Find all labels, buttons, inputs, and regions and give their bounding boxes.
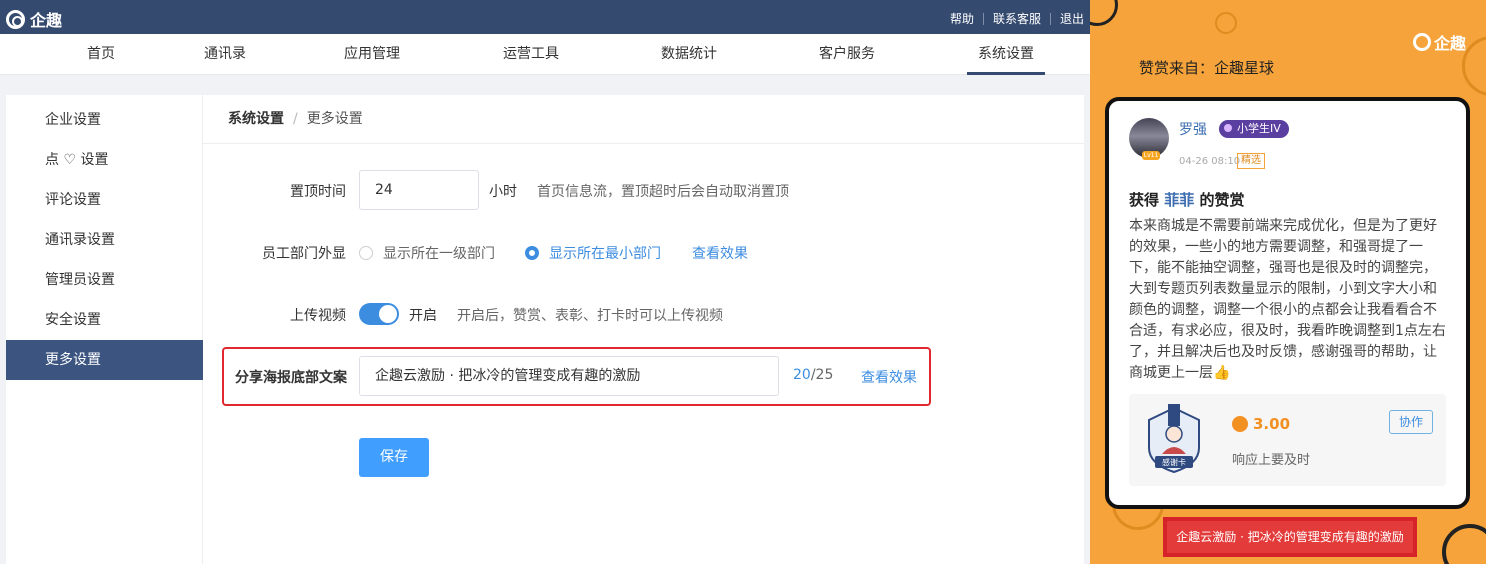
top-bar: 企趣 帮助 联系客服 退出 [0,0,1090,34]
sidebar-item-admins[interactable]: 管理员设置 [6,260,203,300]
breadcrumb-separator: / [293,111,298,127]
coin-icon [1232,416,1248,432]
poster-footer-text: 企趣云激励 · 把冰冷的管理变成有趣的激励 [1163,517,1417,557]
poster-logo-icon [1412,33,1431,51]
gift-value: 3.00 [1253,415,1291,433]
main-nav: 首页 通讯录 应用管理 运营工具 数据统计 客户服务 系统设置 [0,34,1090,75]
praise-card: Lv11 罗强 小学生IV 04-26 08:10 精选 获得 菲菲 的赞赏 本… [1105,97,1470,509]
save-button[interactable]: 保存 [359,438,429,477]
nav-contacts[interactable]: 通讯录 [204,34,246,75]
upload-video-label: 上传视频 [290,308,346,324]
option-top-level-dept[interactable]: 显示所在一级部门 [383,243,495,263]
settings-panel: 企业设置 点 ♡ 设置 评论设置 通讯录设置 管理员设置 安全设置 更多设置 系… [6,95,1084,564]
brand[interactable]: 企趣 [6,7,62,31]
help-link[interactable]: 帮助 [950,10,974,27]
decor-circle [1215,12,1237,34]
upload-video-state: 开启 [409,308,437,324]
collab-button[interactable]: 协作 [1389,410,1433,434]
option-lowest-dept[interactable]: 显示所在最小部门 [549,243,661,263]
decor-circle [1442,524,1486,564]
upload-video-hint: 开启后，赞赏、表彰、打卡时可以上传视频 [457,308,723,324]
level-badge: Lv11 [1142,151,1160,160]
char-count: 20 [793,367,811,383]
pin-time-unit: 小时 [489,184,517,200]
nav-home[interactable]: 首页 [87,34,115,75]
share-poster-preview: 企趣 赞赏来自：企趣星球 Lv11 罗强 小学生IV 04-26 08:10 精… [1090,0,1486,564]
pin-time-label: 置顶时间 [290,184,346,200]
post-date: 04-26 08:10 [1179,156,1241,167]
sidebar-item-contacts[interactable]: 通讯录设置 [6,220,203,260]
divider [982,12,984,25]
admin-app: 企趣 帮助 联系客服 退出 首页 通讯录 应用管理 运营工具 数据统计 客户服务… [0,0,1090,564]
sidebar-item-like[interactable]: 点 ♡ 设置 [6,140,203,180]
praise-body: 本来商城是不需要前端来完成优化，但是为了更好的效果，一些小的地方需要调整，和强哥… [1129,218,1446,381]
gift-box: 感谢卡 3.00 响应上要及时 协作 [1129,394,1446,486]
settings-sidebar: 企业设置 点 ♡ 设置 评论设置 通讯录设置 管理员设置 安全设置 更多设置 [6,95,203,564]
pin-time-input[interactable]: 24 [359,170,479,210]
breadcrumb-current: 更多设置 [306,111,363,127]
thank-you-card-icon: 感谢卡 [1148,404,1200,474]
nav-app-management[interactable]: 应用管理 [344,34,400,75]
sidebar-item-comments[interactable]: 评论设置 [6,180,203,220]
upload-video-toggle[interactable] [359,303,399,325]
headline-suffix: 的赞赏 [1194,191,1245,209]
pin-time-hint: 首页信息流，置顶超时后会自动取消置顶 [537,184,789,200]
poster-logo-text: 企趣 [1433,34,1466,53]
dept-display-label: 员工部门外显 [262,246,346,262]
share-footer-label: 分享海报底部文案 [235,370,347,386]
nav-statistics[interactable]: 数据统计 [661,34,717,75]
logout-link[interactable]: 退出 [1060,10,1084,27]
sidebar-item-more[interactable]: 更多设置 [6,340,203,380]
praise-headline: 获得 菲菲 的赞赏 [1129,189,1244,210]
share-footer-preview-link[interactable]: 查看效果 [861,367,917,387]
divider [1049,12,1051,25]
gift-desc: 响应上要及时 [1232,453,1311,468]
top-links: 帮助 联系客服 退出 [950,10,1084,27]
contact-support-link[interactable]: 联系客服 [993,10,1041,27]
sidebar-item-security[interactable]: 安全设置 [6,300,203,340]
nav-customer-service[interactable]: 客户服务 [819,34,875,75]
breadcrumb-root[interactable]: 系统设置 [228,111,284,127]
praise-from: 赞赏来自：企趣星球 [1139,59,1275,77]
brand-logo-icon [6,9,25,29]
char-limit: /25 [810,367,834,383]
poster-logo: 企趣 [1412,30,1466,54]
card-label: 感谢卡 [1162,457,1186,467]
decor-circle [1090,0,1118,26]
breadcrumb: 系统设置 / 更多设置 [203,95,1084,144]
radio-lowest-dept[interactable] [525,246,539,260]
share-footer-input[interactable]: 企趣云激励 · 把冰冷的管理变成有趣的激励 [359,356,779,396]
dept-preview-link[interactable]: 查看效果 [692,243,748,263]
rank-badge: 小学生IV [1219,120,1289,138]
nav-operations-tools[interactable]: 运营工具 [503,34,559,75]
share-footer-counter: 20/25 [793,367,833,383]
user-name: 罗强 [1179,122,1207,138]
headline-prefix: 获得 [1129,191,1165,209]
sidebar-item-company[interactable]: 企业设置 [6,100,203,140]
brand-name: 企趣 [30,11,63,30]
radio-top-level-dept[interactable] [359,246,373,260]
headline-name: 菲菲 [1164,191,1195,209]
featured-tag: 精选 [1237,153,1265,169]
nav-system-settings[interactable]: 系统设置 [967,34,1045,75]
